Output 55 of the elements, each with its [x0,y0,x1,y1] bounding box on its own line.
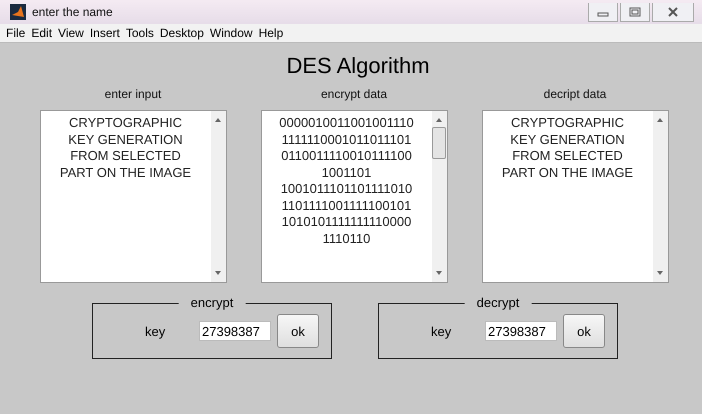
list-line: KEY GENERATION [68,132,183,148]
menu-item[interactable]: Tools [126,26,154,40]
list-line: CRYPTOGRAPHIC [69,115,182,132]
menu-item[interactable]: Window [210,26,253,40]
list-line: 0000010011001001110 [279,115,414,132]
scroll-up-icon[interactable] [656,117,664,123]
list-line: PART ON THE IMAGE [502,164,634,181]
ok-button[interactable]: ok [563,314,605,348]
list-line: FROM SELECTED [70,148,181,164]
list-line: PART ON THE IMAGE [60,164,192,181]
scroll-up-icon[interactable] [214,117,222,123]
ok-button[interactable]: ok [277,314,319,348]
text-list[interactable]: 0000010011001001110 1111110001011011101 0110011110010111100 1001101 1001011101101111010 1101111001111100101 1010101111111110000 1110110 [260,110,448,283]
list-line: 0110011110010111100 [281,148,412,164]
menu-item[interactable]: File [6,26,26,40]
list-line: 1001011101101111010 [280,181,412,198]
maximize-button[interactable] [620,2,650,22]
list-line: 1110110 [322,230,370,247]
list-line: 1010101111111110000 [282,214,412,230]
scroll-up-icon[interactable] [435,117,443,123]
list-line: CRYPTOGRAPHIC [511,115,624,132]
minimize-button[interactable] [588,2,618,22]
list-line: 1111110001011011101 [282,132,412,148]
scroll-thumb[interactable] [432,127,446,159]
window-title: enter the name [32,5,113,19]
scroll-down-icon[interactable] [656,270,664,276]
list-line: KEY GENERATION [510,132,625,148]
logo-icon [10,4,26,20]
text-list[interactable]: CRYPTOGRAPHIC KEY GENERATION FROM SELECTED PART ON THE IMAGE [40,110,226,283]
list-line: FROM SELECTED [512,148,623,164]
heading: DES Algorithm [286,53,430,79]
group-title: decrypt [464,295,532,311]
scroll-down-icon[interactable] [435,270,443,276]
scrollbar[interactable] [210,111,226,282]
menu-item[interactable]: Desktop [160,26,204,40]
key-field[interactable]: 27398387 [199,321,271,341]
text-list[interactable]: CRYPTOGRAPHIC KEY GENERATION FROM SELECTED PART ON THE IMAGE [482,110,668,283]
key-label: key [431,324,452,338]
menu-item[interactable]: Help [258,26,284,40]
menu-item[interactable]: Edit [31,26,52,40]
panel-label: encrypt data [320,87,388,101]
key-field[interactable]: 27398387 [485,321,557,341]
panel-label: decript data [544,87,606,101]
scrollbar[interactable] [652,111,668,282]
scroll-down-icon[interactable] [214,270,222,276]
list-line: 1101111001111100101 [282,198,412,214]
close-icon [667,6,679,16]
maximize-icon [629,6,641,16]
panel-label: enter input [104,87,162,101]
menu-item[interactable]: Insert [90,26,120,40]
list-line: 1001101 [322,164,372,181]
scrollbar[interactable] [432,111,446,282]
key-label: key [145,324,166,338]
close-button[interactable] [652,2,694,22]
menu-item[interactable]: View [58,26,84,40]
